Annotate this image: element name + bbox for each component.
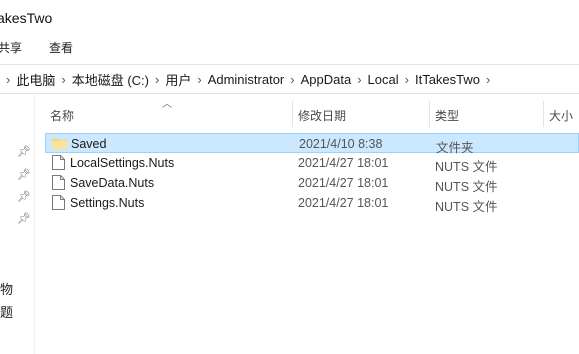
column-header-name[interactable]: 名称 xyxy=(50,107,74,124)
breadcrumb-separator-icon[interactable]: › xyxy=(197,72,201,87)
breadcrumb-separator-icon[interactable]: › xyxy=(6,72,10,87)
breadcrumb-separator-icon[interactable]: › xyxy=(357,72,361,87)
file-date: 2021/4/27 18:01 xyxy=(298,196,389,210)
file-date: 2021/4/10 8:38 xyxy=(299,137,383,151)
file-name: LocalSettings.Nuts xyxy=(70,156,175,170)
breadcrumb-separator-icon[interactable]: › xyxy=(290,72,294,87)
file-name: Settings.Nuts xyxy=(70,196,145,210)
breadcrumb-separator-icon[interactable]: › xyxy=(155,72,159,87)
window-title: akesTwo xyxy=(0,10,53,26)
ribbon: 共享 查看 xyxy=(0,36,579,58)
sort-ascending-icon: ︿ xyxy=(162,99,172,110)
breadcrumb-ittakestwo[interactable]: ItTakesTwo xyxy=(415,72,480,87)
file-date: 2021/4/27 18:01 xyxy=(298,156,389,170)
breadcrumb-this-pc[interactable]: 此电脑 xyxy=(16,70,55,89)
tab-view[interactable]: 查看 xyxy=(49,39,73,56)
pin-icon[interactable]: 📌︎ xyxy=(17,168,31,181)
file-name: SaveData.Nuts xyxy=(70,176,155,190)
file-icon xyxy=(52,155,65,170)
breadcrumb-local[interactable]: Local xyxy=(368,72,399,87)
column-header-date[interactable]: 修改日期 xyxy=(298,107,346,124)
breadcrumb-appdata[interactable]: AppData xyxy=(301,72,352,87)
file-row-settings[interactable]: Settings.Nuts 2021/4/27 18:01 NUTS 文件 xyxy=(45,193,579,214)
column-divider[interactable] xyxy=(292,101,293,127)
breadcrumb-local-disk[interactable]: 本地磁盘 (C:) xyxy=(72,70,149,89)
breadcrumb-separator-icon[interactable]: › xyxy=(486,72,490,87)
column-divider[interactable] xyxy=(543,101,544,127)
breadcrumb: › 此电脑 › 本地磁盘 (C:) › 用户 › Administrator ›… xyxy=(0,65,496,93)
column-header-size[interactable]: 大小 xyxy=(549,107,573,124)
pin-icon[interactable]: 📌︎ xyxy=(17,145,31,158)
pin-icon[interactable]: 📌︎ xyxy=(17,190,31,203)
nav-item-objects[interactable]: 物 xyxy=(0,279,13,298)
breadcrumb-users[interactable]: 用户 xyxy=(165,70,191,89)
address-bar[interactable]: › 此电脑 › 本地磁盘 (C:) › 用户 › Administrator ›… xyxy=(0,64,579,94)
file-row-saved[interactable]: Saved 2021/4/10 8:38 文件夹 xyxy=(45,133,579,155)
column-headers: ︿ 名称 修改日期 类型 大小 xyxy=(35,93,579,135)
pin-icon[interactable]: 📌︎ xyxy=(17,212,31,225)
column-header-type[interactable]: 类型 xyxy=(435,107,459,124)
breadcrumb-administrator[interactable]: Administrator xyxy=(208,72,285,87)
file-list: ︿ 名称 修改日期 类型 大小 Saved 2021/4/10 8:38 文件夹… xyxy=(35,93,579,354)
file-type: NUTS 文件 xyxy=(435,200,498,214)
folder-icon xyxy=(52,138,67,149)
file-date: 2021/4/27 18:01 xyxy=(298,176,389,190)
title-bar: akesTwo xyxy=(0,0,579,36)
nav-item-pictures[interactable]: 题 xyxy=(0,302,13,321)
file-name: Saved xyxy=(71,137,107,151)
tab-share[interactable]: 共享 xyxy=(0,39,22,56)
file-icon xyxy=(52,195,65,210)
file-icon xyxy=(52,175,65,190)
breadcrumb-separator-icon[interactable]: › xyxy=(405,72,409,87)
navigation-pane: 📌︎ 📌︎ 📌︎ 📌︎ 物 题 xyxy=(0,93,35,354)
column-divider[interactable] xyxy=(429,101,430,127)
file-row-localsettings[interactable]: LocalSettings.Nuts 2021/4/27 18:01 NUTS … xyxy=(45,153,579,174)
file-row-savedata[interactable]: SaveData.Nuts 2021/4/27 18:01 NUTS 文件 xyxy=(45,173,579,194)
breadcrumb-separator-icon[interactable]: › xyxy=(61,72,65,87)
